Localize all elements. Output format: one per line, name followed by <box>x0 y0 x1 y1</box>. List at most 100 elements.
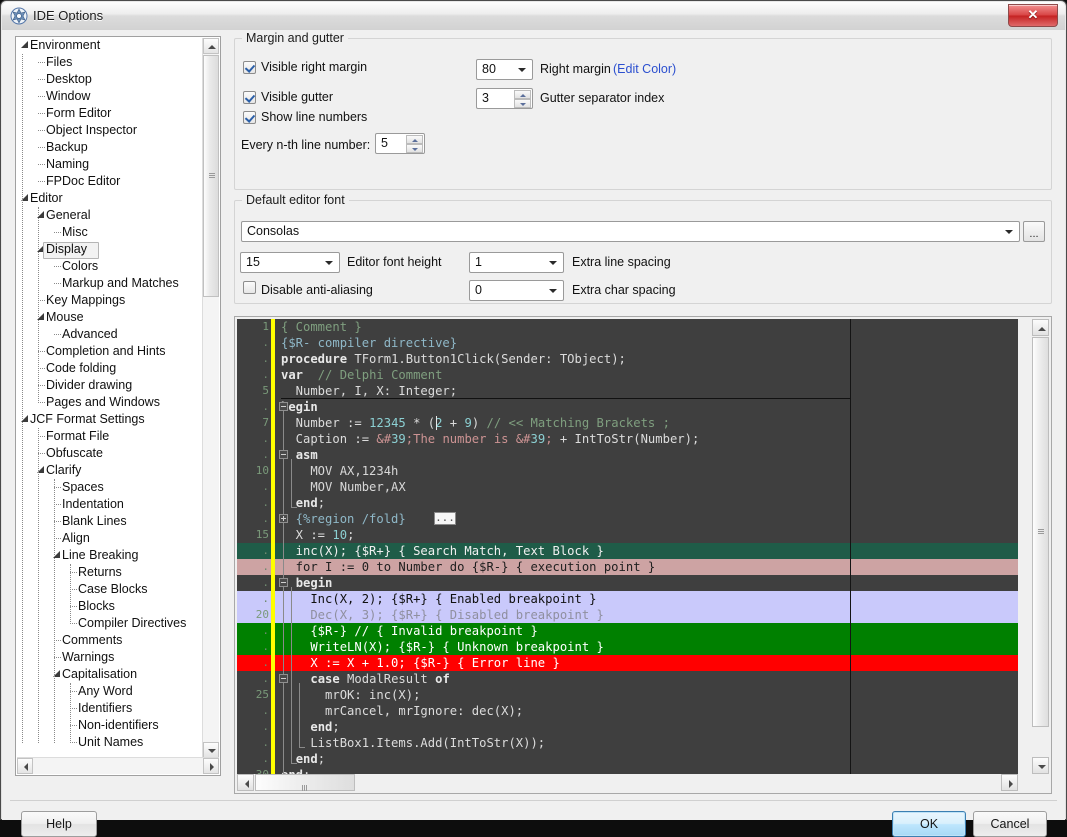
code-line[interactable]: . Caption := &#39;The number is &#39; + … <box>237 431 1018 447</box>
sidebar-item-window[interactable]: Window <box>16 88 205 105</box>
tree-scroll-right-button[interactable] <box>203 758 219 774</box>
code-line[interactable]: 5 Number, I, X: Integer; <box>237 383 1018 399</box>
sidebar-item-general[interactable]: General <box>16 207 205 224</box>
code-line[interactable]: . Inc(X, 2); {$R+} { Enabled breakpoint … <box>237 591 1018 607</box>
show-line-numbers-checkbox[interactable] <box>243 111 256 124</box>
tree-scroll-down-button[interactable] <box>203 742 219 758</box>
right-margin-combo[interactable]: 80 <box>476 59 533 80</box>
sidebar-item-colors[interactable]: Colors <box>16 258 205 275</box>
sidebar-item-code-folding[interactable]: Code folding <box>16 360 205 377</box>
editor-scroll-up-button[interactable] <box>1032 319 1049 336</box>
editor-hscrollbar-thumb[interactable] <box>255 774 355 791</box>
sidebar-item-object-inspector[interactable]: Object Inspector <box>16 122 205 139</box>
sidebar-item-misc[interactable]: Misc <box>16 224 205 241</box>
sidebar-item-mouse[interactable]: Mouse <box>16 309 205 326</box>
sidebar-item-environment[interactable]: Environment <box>16 37 205 54</box>
editor-horizontal-scrollbar[interactable] <box>237 774 1018 791</box>
cancel-button[interactable]: Cancel <box>973 811 1047 837</box>
sidebar-item-spaces[interactable]: Spaces <box>16 479 205 496</box>
sidebar-item-naming[interactable]: Naming <box>16 156 205 173</box>
code-line[interactable]: . inc(X); {$R+} { Search Match, Text Blo… <box>237 543 1018 559</box>
sidebar-item-key-mappings[interactable]: Key Mappings <box>16 292 205 309</box>
sidebar-item-format-file[interactable]: Format File <box>16 428 205 445</box>
code-line[interactable]: . end; <box>237 719 1018 735</box>
sidebar-item-case-blocks[interactable]: Case Blocks <box>16 581 205 598</box>
sidebar-item-fpdoc-editor[interactable]: FPDoc Editor <box>16 173 205 190</box>
tree-vertical-scrollbar[interactable] <box>202 38 219 758</box>
code-line[interactable]: . var // Delphi Comment <box>237 367 1018 383</box>
edit-color-link[interactable]: (Edit Color) <box>613 62 676 76</box>
code-line[interactable]: 15 X := 10; <box>237 527 1018 543</box>
code-line[interactable]: . begin <box>237 575 1018 591</box>
code-line[interactable]: . WriteLN(X); {$R-} { Unknown breakpoint… <box>237 639 1018 655</box>
editor-scroll-left-button[interactable] <box>237 774 254 791</box>
code-line[interactable]: 10 MOV AX,1234h <box>237 463 1018 479</box>
sidebar-item-obfuscate[interactable]: Obfuscate <box>16 445 205 462</box>
tree-scroll-left-button[interactable] <box>17 758 33 774</box>
sidebar-item-markup-and-matches[interactable]: Markup and Matches <box>16 275 205 292</box>
chevron-down-icon[interactable] <box>321 254 338 271</box>
code-line[interactable]: . {$R- compiler directive} <box>237 335 1018 351</box>
code-line[interactable]: 7 Number := 12345 * (2 + 9) // << Matchi… <box>237 415 1018 431</box>
editor-vertical-scrollbar[interactable] <box>1032 319 1049 774</box>
sidebar-item-warnings[interactable]: Warnings <box>16 649 205 666</box>
fold-collapse-icon[interactable] <box>279 674 288 683</box>
sidebar-item-jcf-format-settings[interactable]: JCF Format Settings <box>16 411 205 428</box>
tree-horizontal-scrollbar[interactable] <box>17 757 219 774</box>
sidebar-item-line-breaking[interactable]: Line Breaking <box>16 547 205 564</box>
code-line[interactable]: . for I := 0 to Number do {$R-} { execut… <box>237 559 1018 575</box>
sidebar-item-returns[interactable]: Returns <box>16 564 205 581</box>
tree-scrollbar-thumb[interactable] <box>203 55 219 297</box>
code-line[interactable]: . end; <box>237 751 1018 767</box>
code-editor-surface[interactable]: 1 { Comment }. {$R- compiler directive}. pr… <box>237 319 1018 774</box>
extra-char-spacing-combo[interactable]: 0 <box>469 280 564 301</box>
sidebar-item-form-editor[interactable]: Form Editor <box>16 105 205 122</box>
chevron-down-icon[interactable] <box>545 254 562 271</box>
sidebar-item-editor[interactable]: Editor <box>16 190 205 207</box>
chevron-down-icon[interactable] <box>545 282 562 299</box>
gutter-separator-spin-buttons[interactable] <box>514 90 531 109</box>
chevron-down-icon[interactable] <box>1001 223 1018 240</box>
sidebar-item-identifiers[interactable]: Identifiers <box>16 700 205 717</box>
sidebar-item-comments[interactable]: Comments <box>16 632 205 649</box>
sidebar-item-indentation[interactable]: Indentation <box>16 496 205 513</box>
code-line[interactable]: . begin <box>237 399 1018 415</box>
fold-expand-icon[interactable] <box>279 514 288 523</box>
sidebar-item-clarify[interactable]: Clarify <box>16 462 205 479</box>
code-line[interactable]: 20 Dec(X, 3); {$R+} { Disabled breakpoin… <box>237 607 1018 623</box>
sidebar-item-desktop[interactable]: Desktop <box>16 71 205 88</box>
code-line[interactable]: . mrCancel, mrIgnore: dec(X); <box>237 703 1018 719</box>
code-line[interactable]: . MOV Number,AX <box>237 479 1018 495</box>
tree-expander-icon[interactable] <box>21 41 30 50</box>
disable-anti-aliasing-checkbox[interactable] <box>243 281 256 294</box>
every-nth-spin-buttons[interactable] <box>406 135 423 154</box>
spin-up-icon[interactable] <box>514 90 531 99</box>
fold-collapse-icon[interactable] <box>279 402 288 411</box>
sidebar-item-any-word[interactable]: Any Word <box>16 683 205 700</box>
extra-line-spacing-combo[interactable]: 1 <box>469 252 564 273</box>
gutter-separator-spinner[interactable]: 3 <box>476 88 533 109</box>
code-line[interactable]: . {%region /fold} <box>237 511 1018 527</box>
sidebar-item-completion-and-hints[interactable]: Completion and Hints <box>16 343 205 360</box>
ok-button[interactable]: OK <box>892 811 966 837</box>
sidebar-item-files[interactable]: Files <box>16 54 205 71</box>
editor-font-height-combo[interactable]: 15 <box>240 252 340 273</box>
sidebar-item-blank-lines[interactable]: Blank Lines <box>16 513 205 530</box>
spin-up-icon[interactable] <box>406 135 423 144</box>
editor-scroll-right-button[interactable] <box>1001 774 1018 791</box>
fold-collapse-icon[interactable] <box>279 578 288 587</box>
spin-down-icon[interactable] <box>406 144 423 153</box>
editor-scrollbar-thumb[interactable] <box>1032 337 1049 727</box>
spin-down-icon[interactable] <box>514 99 531 108</box>
tree-scroll-up-button[interactable] <box>203 38 219 54</box>
code-line[interactable]: . asm <box>237 447 1018 463</box>
sidebar-item-capitalisation[interactable]: Capitalisation <box>16 666 205 683</box>
code-line[interactable]: . {$R-} // { Invalid breakpoint } <box>237 623 1018 639</box>
font-browse-button[interactable]: ... <box>1023 221 1045 242</box>
code-line[interactable]: . ListBox1.Items.Add(IntToStr(X)); <box>237 735 1018 751</box>
sidebar-item-divider-drawing[interactable]: Divider drawing <box>16 377 205 394</box>
sidebar-item-align[interactable]: Align <box>16 530 205 547</box>
sidebar-item-backup[interactable]: Backup <box>16 139 205 156</box>
sidebar-item-display[interactable]: Display <box>16 241 205 259</box>
chevron-down-icon[interactable] <box>514 61 531 78</box>
